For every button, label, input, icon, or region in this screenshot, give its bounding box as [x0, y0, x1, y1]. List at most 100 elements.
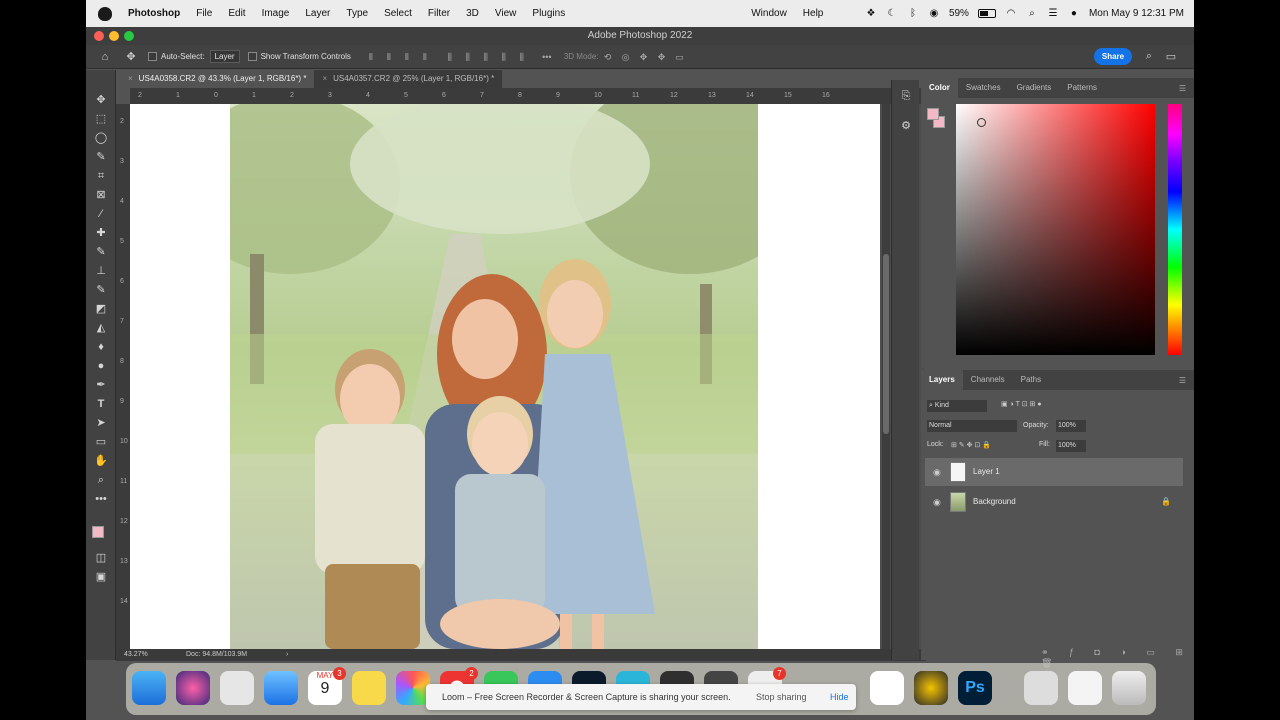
- distribute-icon[interactable]: ⫼: [480, 52, 492, 62]
- auto-select-dropdown[interactable]: Layer: [209, 50, 240, 63]
- eye-icon[interactable]: ◉: [933, 467, 943, 477]
- eraser-tool-icon[interactable]: ◩: [93, 301, 109, 317]
- layer-name[interactable]: Layer 1: [973, 467, 1000, 476]
- search-icon[interactable]: ⌕: [1026, 8, 1038, 19]
- aperture-icon[interactable]: [914, 671, 948, 705]
- layer-row[interactable]: ◉ Layer 1: [925, 458, 1183, 486]
- clone-stamp-icon[interactable]: ⊥: [93, 263, 109, 279]
- document-canvas[interactable]: [130, 104, 880, 649]
- document-icon[interactable]: [1068, 671, 1102, 705]
- photos-icon[interactable]: [396, 671, 430, 705]
- panel-foreground-swatch[interactable]: [927, 108, 939, 120]
- zoom-tool-icon[interactable]: ⌕: [93, 472, 109, 488]
- horizontal-ruler[interactable]: 2 1 0 1 2 3 4 5 6 7 8 9 10 11 12 13 14 15 16: [130, 88, 924, 104]
- brush-tool-icon[interactable]: ✎: [93, 244, 109, 260]
- layer-filter-dropdown[interactable]: ⌕ Kind: [927, 400, 987, 412]
- path-select-icon[interactable]: ➤: [93, 415, 109, 431]
- eye-icon[interactable]: ◉: [933, 497, 943, 507]
- tab-document-1[interactable]: × US4A0358.CR2 @ 43.3% (Layer 1, RGB/16*)…: [120, 70, 315, 88]
- screen-mode-icon[interactable]: ▣: [93, 569, 109, 585]
- battery-icon[interactable]: [977, 9, 996, 18]
- distribute-icon[interactable]: ⫼: [516, 52, 528, 62]
- quick-mask-icon[interactable]: ◫: [93, 550, 109, 566]
- dodge-tool-icon[interactable]: ●: [93, 358, 109, 374]
- menu-window[interactable]: Window: [743, 8, 795, 19]
- lock-icons[interactable]: ⊞ ✎ ✥ ⊡ 🔒: [951, 441, 991, 449]
- quick-select-tool-icon[interactable]: ✎: [93, 149, 109, 165]
- distribute-icon[interactable]: ⫼: [444, 52, 456, 62]
- siri-icon[interactable]: [176, 671, 210, 705]
- distribute-icon[interactable]: ⫼: [498, 52, 510, 62]
- close-tab-icon[interactable]: ×: [322, 74, 327, 83]
- blur-tool-icon[interactable]: ♦: [93, 339, 109, 355]
- tab-color[interactable]: Color: [921, 78, 958, 98]
- move-tool-icon[interactable]: ✥: [93, 92, 109, 108]
- align-right-icon[interactable]: ⫴: [401, 52, 413, 62]
- preview-icon[interactable]: [1024, 671, 1058, 705]
- paint-bucket-icon[interactable]: ◭: [93, 320, 109, 336]
- hide-button[interactable]: Hide: [830, 692, 849, 702]
- filter-icons[interactable]: ▣ ◑ T ⊡ ⊞ ●: [1001, 400, 1042, 408]
- align-top-icon[interactable]: ⫴: [419, 52, 431, 62]
- menu-edit[interactable]: Edit: [220, 8, 253, 19]
- tab-paths[interactable]: Paths: [1013, 370, 1049, 390]
- type-tool-icon[interactable]: T: [93, 396, 109, 412]
- hand-tool-icon[interactable]: ✋: [93, 453, 109, 469]
- frame-tool-icon[interactable]: ⊠: [93, 187, 109, 203]
- history-panel-icon[interactable]: ⎘: [898, 88, 914, 104]
- calendar-icon[interactable]: MAY 9 3: [308, 667, 346, 705]
- launchpad-icon[interactable]: [220, 671, 254, 705]
- menu-plugins[interactable]: Plugins: [524, 8, 573, 19]
- crop-tool-icon[interactable]: ⌗: [93, 168, 109, 184]
- dropbox-icon[interactable]: ❖: [865, 8, 877, 19]
- panel-menu-icon[interactable]: ☰: [1179, 376, 1186, 385]
- blend-mode-dropdown[interactable]: Normal: [927, 420, 1017, 432]
- move-tool-icon[interactable]: ✥: [122, 50, 140, 63]
- tab-patterns[interactable]: Patterns: [1059, 78, 1105, 98]
- menu-layer[interactable]: Layer: [297, 8, 338, 19]
- photoshop-icon[interactable]: Ps: [958, 671, 992, 705]
- numbers-icon[interactable]: [870, 671, 904, 705]
- do-not-disturb-icon[interactable]: ☾: [886, 8, 898, 19]
- foreground-color-swatch[interactable]: [92, 526, 104, 538]
- menu-help[interactable]: Help: [795, 8, 832, 19]
- vertical-ruler[interactable]: 2 3 4 5 6 7 8 9 10 11 12 13 14: [116, 104, 130, 649]
- siri-icon[interactable]: ●: [1068, 8, 1080, 19]
- color-spectrum-field[interactable]: [956, 104, 1155, 355]
- menu-view[interactable]: View: [487, 8, 525, 19]
- layer-name[interactable]: Background: [973, 497, 1016, 506]
- vertical-scrollbar[interactable]: [882, 104, 890, 649]
- tab-channels[interactable]: Channels: [963, 370, 1013, 390]
- status-menu-arrow[interactable]: ›: [286, 649, 288, 661]
- finder-icon[interactable]: [132, 671, 166, 705]
- menu-3d[interactable]: 3D: [458, 8, 487, 19]
- workspace-icon[interactable]: ▭: [1162, 50, 1180, 63]
- minimize-window-button[interactable]: [109, 31, 119, 41]
- lock-icon[interactable]: 🔒: [1161, 497, 1171, 506]
- close-window-button[interactable]: [94, 31, 104, 41]
- tab-gradients[interactable]: Gradients: [1009, 78, 1060, 98]
- hue-slider[interactable]: [1168, 104, 1182, 355]
- rectangle-tool-icon[interactable]: ▭: [93, 434, 109, 450]
- distribute-icon[interactable]: ⫼: [462, 52, 474, 62]
- user-icon[interactable]: ◉: [928, 8, 940, 19]
- tab-layers[interactable]: Layers: [921, 370, 963, 390]
- menu-filter[interactable]: Filter: [420, 8, 458, 19]
- apple-icon[interactable]: [98, 6, 112, 21]
- align-center-icon[interactable]: ⫴: [383, 52, 395, 62]
- menu-select[interactable]: Select: [376, 8, 420, 19]
- zoom-level[interactable]: 43.27%: [124, 649, 148, 661]
- more-options-icon[interactable]: •••: [541, 52, 553, 62]
- lasso-tool-icon[interactable]: ◯: [93, 130, 109, 146]
- search-icon[interactable]: ⌕: [1140, 50, 1158, 63]
- opacity-field[interactable]: 100%: [1056, 420, 1086, 432]
- color-picker-cursor[interactable]: [977, 118, 986, 127]
- close-tab-icon[interactable]: ×: [128, 74, 133, 83]
- pen-tool-icon[interactable]: ✒: [93, 377, 109, 393]
- zoom-window-button[interactable]: [124, 31, 134, 41]
- canvas-area[interactable]: [130, 104, 924, 649]
- healing-brush-icon[interactable]: ✚: [93, 225, 109, 241]
- adjustments-panel-icon[interactable]: ⚙: [898, 118, 914, 134]
- clock[interactable]: Mon May 9 12:31 PM: [1089, 8, 1184, 19]
- mail-icon[interactable]: [264, 671, 298, 705]
